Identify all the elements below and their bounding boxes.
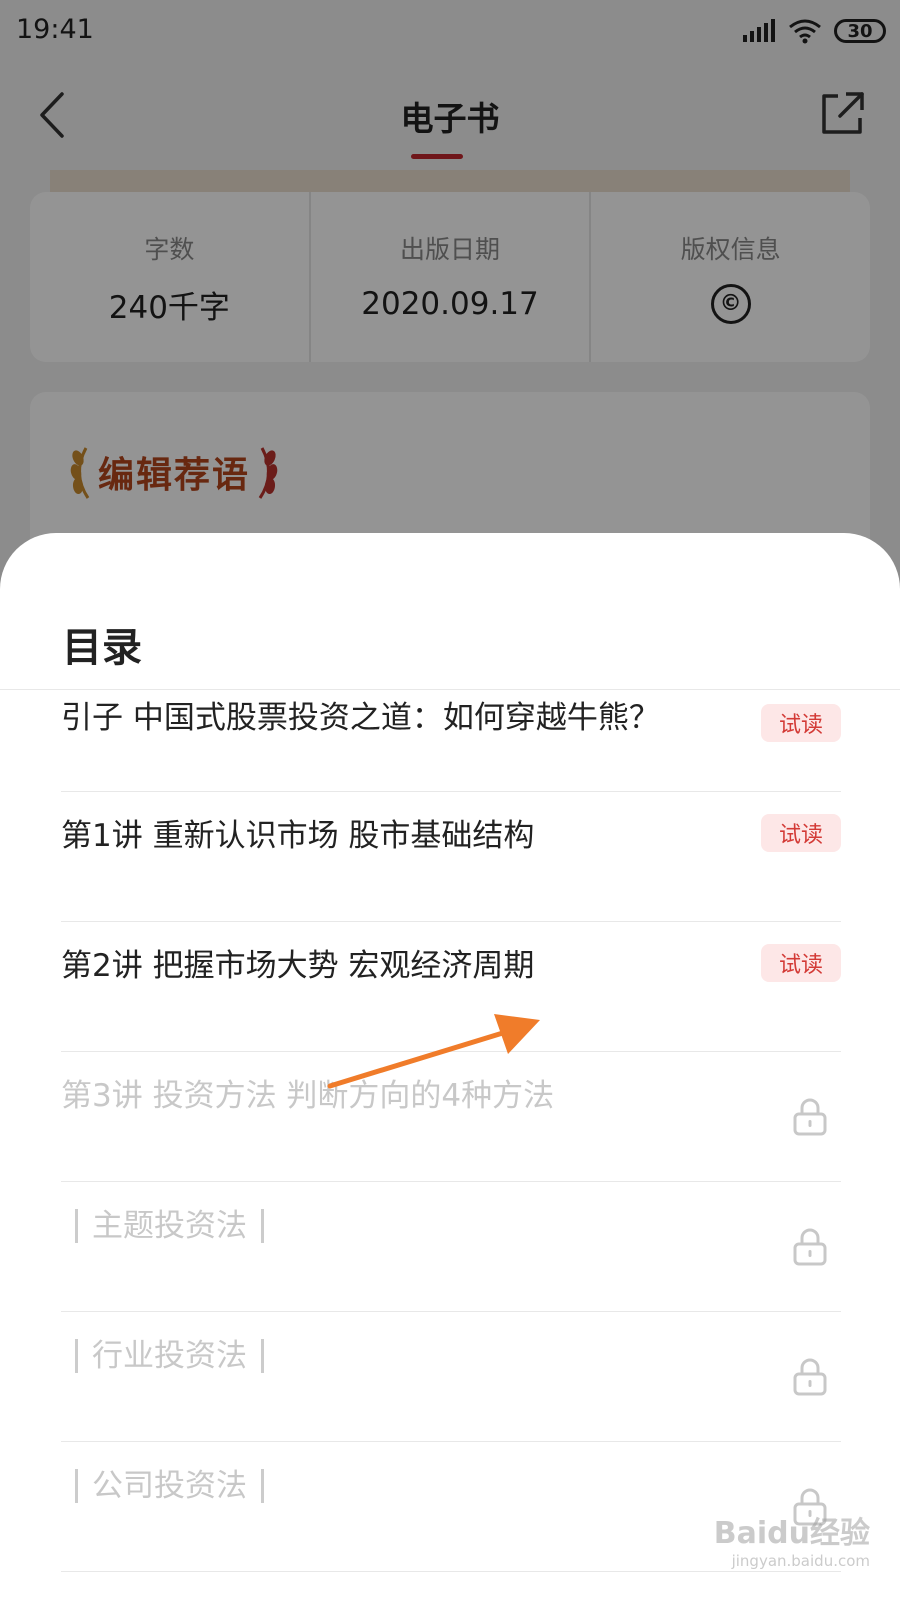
toc-item[interactable]: 引子 中国式股票投资之道：如何穿越牛熊？ 试读 bbox=[61, 690, 841, 792]
toc-item-title: 第1讲 重新认识市场 股市基础结构 bbox=[61, 818, 535, 854]
toc-item-title: 第2讲 把握市场大势 宏观经济周期 bbox=[61, 948, 535, 984]
watermark-logo: Baidu经验 bbox=[713, 1516, 870, 1551]
separator-bar bbox=[75, 1338, 78, 1373]
separator-bar bbox=[75, 1208, 78, 1243]
watermark-url: jingyan.baidu.com bbox=[731, 1552, 870, 1570]
toc-item-title: 公司投资法 bbox=[92, 1468, 247, 1504]
lock-icon bbox=[793, 1358, 827, 1396]
toc-item-title: 行业投资法 bbox=[92, 1338, 247, 1374]
watermark: Baidu经验 jingyan.baidu.com bbox=[714, 1508, 870, 1570]
annotation-arrow-icon bbox=[327, 1014, 540, 1089]
trial-read-badge[interactable]: 试读 bbox=[761, 944, 841, 982]
toc-item-locked[interactable]: 主题投资法 bbox=[61, 1182, 841, 1312]
toc-item-locked[interactable]: 行业投资法 bbox=[61, 1312, 841, 1442]
separator-bar bbox=[75, 1468, 78, 1503]
separator-bar bbox=[261, 1208, 264, 1243]
toc-title: 目录 bbox=[62, 625, 142, 671]
lock-icon bbox=[793, 1098, 827, 1136]
toc-list: 引子 中国式股票投资之道：如何穿越牛熊？ 试读 第1讲 重新认识市场 股市基础结… bbox=[61, 690, 841, 1572]
lock-icon bbox=[793, 1228, 827, 1266]
toc-item-title: 主题投资法 bbox=[92, 1208, 247, 1244]
trial-read-badge[interactable]: 试读 bbox=[761, 704, 841, 742]
toc-item[interactable]: 第1讲 重新认识市场 股市基础结构 试读 bbox=[61, 792, 841, 922]
separator-bar bbox=[261, 1468, 264, 1503]
trial-read-badge[interactable]: 试读 bbox=[761, 814, 841, 852]
toc-item-title: 引子 中国式股票投资之道：如何穿越牛熊？ bbox=[61, 700, 660, 736]
separator-bar bbox=[261, 1338, 264, 1373]
